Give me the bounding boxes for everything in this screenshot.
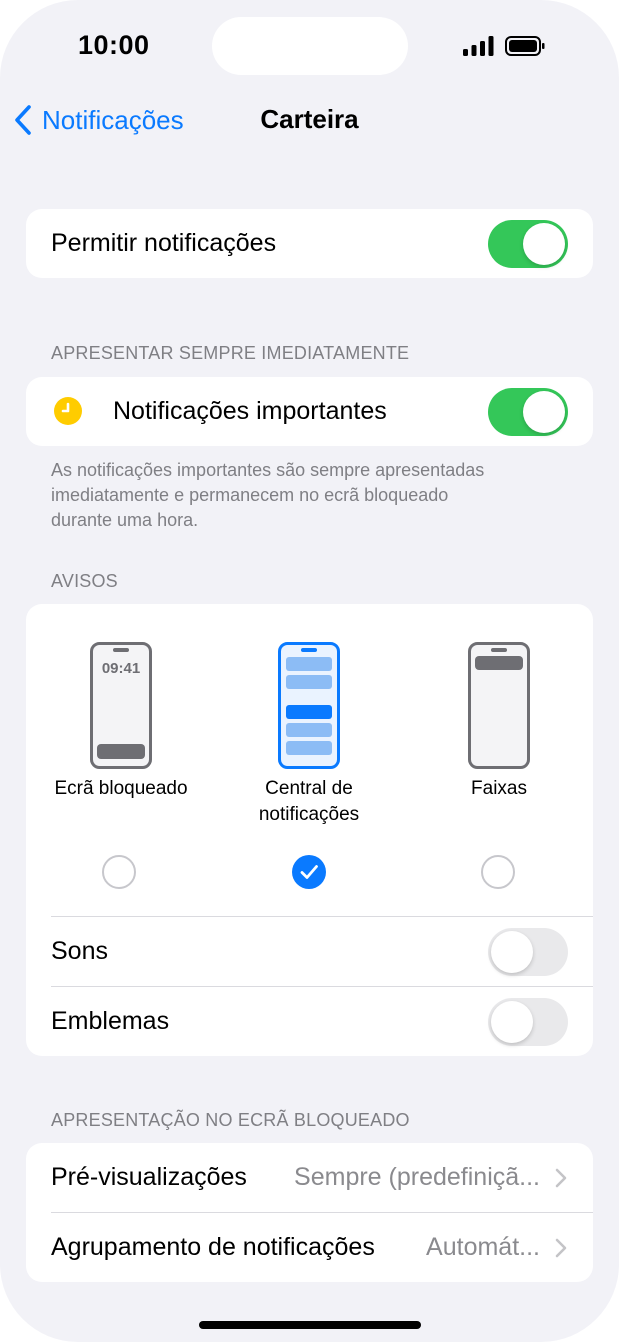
radio-notification-center[interactable]: [292, 855, 326, 889]
page-title: Carteira: [260, 104, 359, 134]
option-label-line: Ecrã bloqueado: [54, 778, 188, 799]
allow-notifications-toggle[interactable]: [488, 220, 568, 268]
option-lock-screen-label: Ecrã bloqueado: [26, 776, 216, 802]
chevron-right-icon: [555, 1238, 567, 1257]
dynamic-island: [212, 17, 408, 75]
important-notifications-label: Notificações importantes: [113, 397, 387, 425]
battery-icon: [505, 36, 545, 56]
immediate-section-header: APRESENTAR SEMPRE IMEDIATAMENTE: [51, 343, 410, 363]
footnote-line: imediatamente e permanecem no ecrã bloqu…: [51, 485, 449, 505]
option-notification-center-label: Central de notificações: [214, 776, 404, 828]
allow-notifications-label: Permitir notificações: [51, 229, 277, 257]
notification-center-preview-icon[interactable]: [278, 642, 340, 769]
option-label-line: Central de: [265, 778, 353, 799]
alerts-section-header: AVISOS: [51, 571, 118, 591]
badges-row: Emblemas: [26, 987, 593, 1056]
lock-screen-card: Pré-visualizações Sempre (predefiniçã...…: [26, 1143, 593, 1282]
badges-toggle[interactable]: [488, 998, 568, 1046]
banners-preview-icon[interactable]: [468, 642, 530, 769]
previews-value: Sempre (predefiniçã...: [294, 1163, 540, 1191]
previews-label: Pré-visualizações: [51, 1163, 247, 1191]
clock-icon: [54, 397, 82, 425]
sounds-row: Sons: [26, 917, 593, 986]
footnote-line: durante uma hora.: [51, 510, 199, 530]
home-indicator[interactable]: [199, 1321, 421, 1329]
radio-lock-screen[interactable]: [102, 855, 136, 889]
grouping-value: Automát...: [426, 1233, 540, 1261]
alerts-card: 09:41 Ecrã bloqueado Central de notifica…: [26, 604, 593, 1056]
grouping-label: Agrupamento de notificações: [51, 1233, 375, 1261]
option-label-line: Faixas: [471, 778, 527, 799]
important-notifications-toggle[interactable]: [488, 388, 568, 436]
important-notifications-card: Notificações importantes: [26, 377, 593, 446]
previews-row[interactable]: Pré-visualizações Sempre (predefiniçã...: [26, 1143, 593, 1212]
option-banners-label: Faixas: [404, 776, 594, 802]
sounds-label: Sons: [51, 937, 108, 965]
grouping-row[interactable]: Agrupamento de notificações Automát...: [26, 1213, 593, 1282]
lock-preview-time: 09:41: [101, 660, 141, 677]
badges-label: Emblemas: [51, 1007, 170, 1035]
chevron-right-icon: [555, 1168, 567, 1187]
signal-icon: [463, 36, 494, 56]
important-notifications-row: Notificações importantes: [26, 377, 593, 446]
status-time: 10:00: [78, 30, 150, 60]
option-label-line: notificações: [258, 804, 360, 825]
checkmark-icon: [300, 865, 318, 879]
phone-screen: 10:00 Notificações Carteira Permitir not…: [0, 0, 619, 1342]
important-notifications-footnote: As notificações importantes são sempre a…: [51, 458, 581, 533]
radio-banners[interactable]: [481, 855, 515, 889]
allow-notifications-card: Permitir notificações: [26, 209, 593, 278]
footnote-line: As notificações importantes são sempre a…: [51, 460, 485, 480]
lock-screen-section-header: APRESENTAÇÃO NO ECRÃ BLOQUEADO: [51, 1110, 410, 1130]
sounds-toggle[interactable]: [488, 928, 568, 976]
allow-notifications-row: Permitir notificações: [26, 209, 593, 278]
